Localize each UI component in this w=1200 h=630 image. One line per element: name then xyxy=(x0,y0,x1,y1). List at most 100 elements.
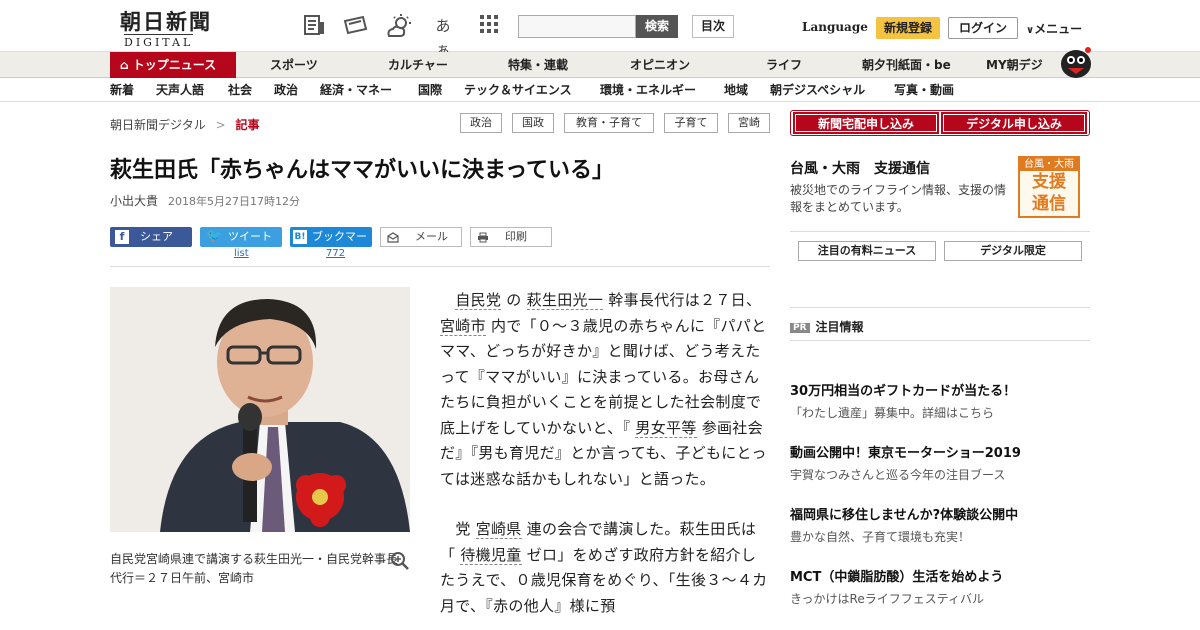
divider xyxy=(790,231,1090,232)
nav-opinion[interactable]: オピニオン xyxy=(630,52,690,78)
nav2-society[interactable]: 社会 xyxy=(228,78,252,102)
nav-sports[interactable]: スポーツ xyxy=(270,52,318,78)
language-link[interactable]: Language xyxy=(802,20,868,34)
keyword-link[interactable]: 宮崎市 xyxy=(440,316,486,336)
ad-headline: 動画公開中！東京モーターショー2019 xyxy=(790,446,1021,461)
publish-date: 2018年5月27日17時12分 xyxy=(168,195,300,208)
breadcrumb-current: 記事 xyxy=(235,118,260,132)
tag-politics[interactable]: 政治 xyxy=(460,113,502,133)
twitter-icon: 🐦 xyxy=(206,229,223,244)
nav2-photo-video[interactable]: 写真・動画 xyxy=(894,78,954,102)
font-size-icon[interactable]: あぁ xyxy=(430,14,456,59)
search-button[interactable]: 検索 xyxy=(636,15,678,38)
nav2-tech[interactable]: テック＆サイエンス xyxy=(464,78,572,102)
keyword-link[interactable]: 自民党 xyxy=(455,291,502,310)
twitter-count[interactable]: list xyxy=(234,248,249,259)
nav-culture[interactable]: カルチャー xyxy=(388,52,448,78)
byline: 小出大貴 2018年5月27日17時12分 xyxy=(110,192,300,209)
twitter-share-button[interactable]: 🐦 ツイート xyxy=(200,227,282,247)
ticket-icon[interactable] xyxy=(342,14,368,38)
author: 小出大貴 xyxy=(110,194,159,208)
nav-features[interactable]: 特集・連載 xyxy=(508,52,568,78)
share-label: ツイート xyxy=(228,230,272,243)
facebook-share-button[interactable]: f シェア xyxy=(110,227,192,247)
divider xyxy=(790,340,1090,341)
ad-subtext: きっかけはReライフフェスティバル xyxy=(790,592,984,606)
keyword-link[interactable]: 男女平等 xyxy=(635,418,697,438)
menu-label: メニュー xyxy=(1034,22,1083,36)
nav2-special[interactable]: 朝デジスペシャル xyxy=(770,78,865,102)
newspaper-icon[interactable] xyxy=(302,14,328,38)
search-input[interactable] xyxy=(518,15,636,38)
menu-button[interactable]: ∨メニュー xyxy=(1026,20,1082,37)
nav-top-news[interactable]: ⌂ トップニュース xyxy=(110,52,236,78)
ad-item[interactable]: 福岡県に移住しませんか?体験談公開中 豊かな自然、子育て環境も充実！ xyxy=(790,504,1018,545)
newspaper-subscribe-button[interactable]: 新聞宅配申し込み xyxy=(793,112,939,134)
weather-icon[interactable] xyxy=(386,14,412,38)
asahi-logo[interactable]: 朝日新聞 DIGITAL xyxy=(112,6,230,49)
article-body: 自民党 の 萩生田光一 幹事長代行は２７日、 宮崎市 内で「０～３歳児の赤ちゃん… xyxy=(440,288,770,630)
site-header: 朝日新聞 DIGITAL あぁ 検索 目次 Language 新規登録 ログイン… xyxy=(0,0,1200,59)
pr-heading: PR 注目情報 xyxy=(790,318,864,335)
support-badge[interactable]: 台風・大雨 支援 通信 xyxy=(1018,156,1080,218)
ad-item[interactable]: 動画公開中！東京モーターショー2019 宇賀なつみさんと巡る今年の注目ブース xyxy=(790,442,1021,483)
ad-item[interactable]: MCT（中鎖脂肪酸）生活を始めよう きっかけはReライフフェスティバル xyxy=(790,566,1003,607)
keyword-link[interactable]: 萩生田光一 xyxy=(526,291,604,310)
tag-national[interactable]: 国政 xyxy=(512,113,554,133)
hatena-icon: B! xyxy=(293,230,307,244)
breadcrumb-sep: > xyxy=(215,118,226,132)
logo-en: DIGITAL xyxy=(124,34,194,49)
print-button[interactable]: 印刷 xyxy=(470,227,552,247)
hatena-count[interactable]: 772 xyxy=(326,248,345,259)
breadcrumb-home[interactable]: 朝日新聞デジタル xyxy=(110,118,206,132)
mail-icon xyxy=(387,231,399,249)
nav2-economy[interactable]: 経済・マネー xyxy=(320,78,392,102)
badge-line1: 支援 xyxy=(1032,172,1066,192)
login-button[interactable]: ログイン xyxy=(948,17,1018,39)
logo-jp: 朝日新聞 xyxy=(120,9,212,34)
nav2-environment[interactable]: 環境・エネルギー xyxy=(600,78,696,102)
divider xyxy=(110,266,770,267)
ad-subtext: 「わたし遺産」募集中。詳細はこちら xyxy=(790,406,995,420)
zoom-icon[interactable] xyxy=(390,551,410,571)
mascot-icon xyxy=(1058,44,1094,78)
ad-headline: MCT（中鎖脂肪酸）生活を始めよう xyxy=(790,570,1004,585)
pr-title: 注目情報 xyxy=(815,320,864,334)
tag-miyazaki[interactable]: 宮崎 xyxy=(728,113,770,133)
ad-item[interactable]: 30万円相当のギフトカードが当たる！ 「わたし遺産」募集中。詳細はこちら xyxy=(790,380,1016,421)
nav2-new[interactable]: 新着 xyxy=(110,78,134,102)
home-icon: ⌂ xyxy=(120,58,133,72)
nav-paper[interactable]: 朝夕刊紙面・be xyxy=(862,52,951,78)
breadcrumb: 朝日新聞デジタル > 記事 xyxy=(110,116,260,133)
nav-life[interactable]: ライフ xyxy=(766,52,802,78)
tag-education[interactable]: 教育・子育て xyxy=(564,113,654,133)
nav2-international[interactable]: 国際 xyxy=(418,78,442,102)
index-button[interactable]: 目次 xyxy=(692,15,734,38)
tab-paid-news[interactable]: 注目の有料ニュース xyxy=(798,241,936,261)
mail-button[interactable]: メール xyxy=(380,227,462,247)
tab-digital-only[interactable]: デジタル限定 xyxy=(944,241,1082,261)
share-label: メール xyxy=(415,230,448,243)
photo-caption: 自民党宮崎県連で講演する萩生田光一・自民党幹事長代行＝２７日午前、宮崎市 xyxy=(110,552,399,585)
grid-menu-icon[interactable] xyxy=(476,14,502,38)
hatena-bookmark-button[interactable]: B! ブックマーク xyxy=(290,227,372,263)
nav2-regional[interactable]: 地域 xyxy=(724,78,748,102)
register-button[interactable]: 新規登録 xyxy=(876,17,940,39)
tag-childcare[interactable]: 子育て xyxy=(664,113,718,133)
article-title: 萩生田氏「赤ちゃんはママがいいに決まっている」 xyxy=(110,158,615,183)
keyword-link[interactable]: 宮崎県 xyxy=(475,520,522,539)
print-icon xyxy=(477,231,489,249)
article-photo[interactable] xyxy=(110,287,410,532)
secondary-nav: 新着 天声人語 社会 政治 経済・マネー 国際 テック＆サイエンス 環境・エネル… xyxy=(0,78,1200,102)
primary-nav: ⌂ トップニュース スポーツ カルチャー 特集・連載 オピニオン ライフ 朝夕刊… xyxy=(0,47,1200,78)
facebook-icon: f xyxy=(115,230,129,244)
keyword-link[interactable]: 待機児童 xyxy=(460,545,522,565)
nav-label: トップニュース xyxy=(132,58,217,72)
paragraph: 党 宮崎県 連の会合で講演した。萩生田氏は「 待機児童 ゼロ」をめざす政府方針を… xyxy=(440,520,768,615)
ad-subtext: 宇賀なつみさんと巡る今年の注目ブース xyxy=(790,468,1006,482)
digital-subscribe-button[interactable]: デジタル申し込み xyxy=(941,112,1087,134)
support-title[interactable]: 台風・大雨 支援通信 xyxy=(790,158,930,178)
nav-my-asadigi[interactable]: MY朝デジ xyxy=(986,52,1043,78)
nav2-politics[interactable]: 政治 xyxy=(274,78,298,102)
nav2-tenseijingo[interactable]: 天声人語 xyxy=(156,78,204,102)
